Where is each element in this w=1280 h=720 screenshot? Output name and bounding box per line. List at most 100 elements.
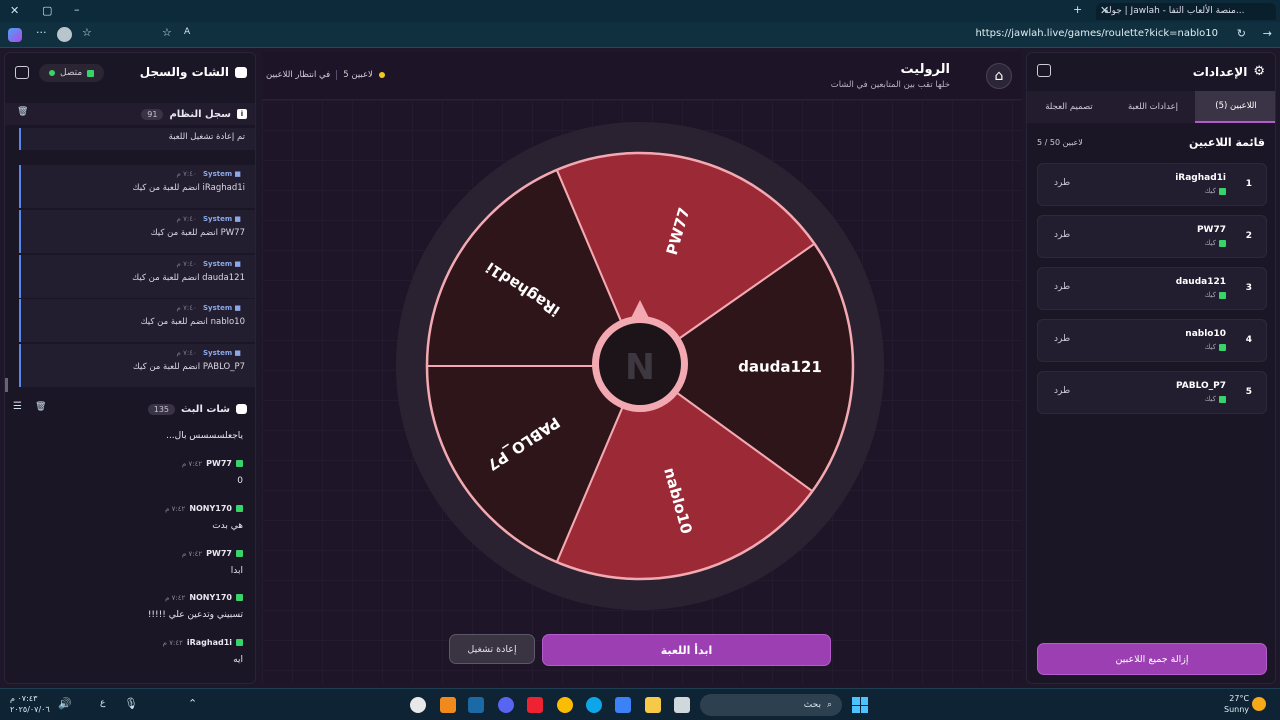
log-meta: ■ System ٧:٤٠ م bbox=[31, 215, 245, 223]
search-placeholder: بحث bbox=[803, 700, 821, 710]
log-meta: ■ System ٧:٤٠ م bbox=[31, 260, 245, 268]
close-icon[interactable]: ✕ bbox=[1100, 4, 1109, 17]
player-name: dauda121 bbox=[1175, 277, 1226, 287]
chrome-icon[interactable] bbox=[557, 697, 573, 713]
log-item: ■ System ٧:٤٠ م dauda121 انضم للعبة من كي… bbox=[19, 255, 255, 298]
volume-icon[interactable]: 🔊 bbox=[58, 697, 72, 710]
log-time: ٧:٤٠ م bbox=[176, 260, 197, 268]
tab-players[interactable]: اللاعبين (5) bbox=[1195, 91, 1275, 123]
player-platform: كيك bbox=[1205, 291, 1226, 299]
address-bar: https://jawlah.live/games/roulette?kick=… bbox=[0, 22, 1280, 48]
roulette-wheel[interactable]: PW77dauda121nablo10PABLO_P7iRaghad1i N bbox=[396, 122, 884, 610]
mic-icon[interactable]: 🎙 bbox=[124, 697, 138, 710]
kick-player-button[interactable]: طرد bbox=[1054, 178, 1070, 188]
browser-tab[interactable]: جولة | Jawlah - منصة الألعاب التفا... bbox=[1096, 3, 1276, 20]
star-icon[interactable]: ☆ bbox=[162, 26, 172, 39]
obs-icon[interactable] bbox=[410, 697, 426, 713]
chat-username[interactable]: PW77 bbox=[206, 459, 232, 468]
weather[interactable]: 27°C Sunny bbox=[1224, 693, 1249, 715]
youtube-icon[interactable] bbox=[527, 697, 543, 713]
edge-icon[interactable] bbox=[586, 697, 602, 713]
kick-player-button[interactable]: طرد bbox=[1054, 230, 1070, 240]
app-icon[interactable] bbox=[674, 697, 690, 713]
clock-date: ٢٠٢٥/٠٧/٠٦ bbox=[10, 705, 50, 714]
online-status: متصل bbox=[39, 64, 105, 82]
chat-username[interactable]: NONY170 bbox=[189, 593, 232, 602]
steam-icon[interactable] bbox=[468, 697, 484, 713]
player-platform: كيك bbox=[1205, 187, 1226, 195]
platform-label: كيك bbox=[1204, 343, 1216, 351]
chat-username[interactable]: iRaghad1i bbox=[187, 638, 232, 647]
collapse-panel-icon[interactable] bbox=[15, 66, 29, 79]
discord-icon[interactable] bbox=[498, 697, 514, 713]
waiting-text: في انتظار اللاعبين bbox=[266, 70, 331, 80]
kick-icon bbox=[236, 639, 243, 646]
kick-player-button[interactable]: طرد bbox=[1054, 386, 1070, 396]
gear-icon: ⚙ bbox=[1253, 64, 1265, 79]
avatar[interactable] bbox=[57, 27, 72, 42]
new-tab-icon[interactable]: + bbox=[1073, 3, 1082, 16]
copilot-icon[interactable] bbox=[8, 28, 22, 42]
forward-icon[interactable]: → bbox=[1263, 27, 1272, 40]
chat-bubble-icon bbox=[236, 404, 247, 414]
chat-message-text: ياجعلسسسس بال... bbox=[166, 431, 243, 441]
wheel-segment-label: dauda121 bbox=[738, 357, 822, 376]
collapse-panel-icon[interactable] bbox=[1037, 64, 1051, 77]
chat-username[interactable]: PW77 bbox=[206, 549, 232, 558]
window-minimize-icon[interactable]: – bbox=[74, 3, 80, 16]
chat-message-text: 0 bbox=[237, 476, 243, 486]
home-button[interactable]: ⌂ bbox=[986, 63, 1012, 89]
log-time: ٧:٤٠ م bbox=[176, 215, 197, 223]
page-title: الروليت bbox=[900, 62, 950, 77]
players-list-title: قائمة اللاعبين bbox=[1189, 136, 1265, 149]
settings-panel: الإعدادات ⚙ اللاعبين (5) إعدادات اللعبة … bbox=[1026, 52, 1276, 684]
window-close-icon[interactable]: ✕ bbox=[10, 4, 19, 17]
search-box[interactable]: بحث ⌕ bbox=[700, 694, 842, 716]
chat-message: PW77 ٧:٤٢ م ابدا bbox=[11, 549, 251, 576]
windows-start-icon[interactable] bbox=[852, 697, 868, 713]
kick-player-button[interactable]: طرد bbox=[1054, 282, 1070, 292]
search-icon: ⌕ bbox=[826, 700, 832, 710]
log-text: iRaghad1i انضم للعبة من كيك bbox=[132, 183, 245, 193]
player-card: 5 PABLO_P7 كيك طرد bbox=[1037, 371, 1267, 414]
tab-wheel-design[interactable]: تصميم العجلة bbox=[1027, 91, 1111, 123]
favorites-icon[interactable]: ☆ bbox=[82, 26, 92, 39]
chat-message-text: ايه bbox=[233, 655, 243, 665]
window-maximize-icon[interactable]: ▢ bbox=[42, 4, 52, 17]
start-game-button[interactable]: ابدأ اللعبة bbox=[542, 634, 831, 666]
chevron-up-icon[interactable]: ⌃ bbox=[188, 697, 197, 710]
reload-icon[interactable]: ↻ bbox=[1237, 27, 1246, 40]
app-icon[interactable] bbox=[440, 697, 456, 713]
restart-button[interactable]: إعادة تشغيل bbox=[449, 634, 535, 664]
store-icon[interactable] bbox=[615, 697, 631, 713]
chat-message-user: iRaghad1i ٧:٤٢ م bbox=[19, 638, 243, 647]
chat-message-user: NONY170 ٧:٤٢ م bbox=[19, 504, 243, 513]
clear-chat-icon[interactable]: 🗑 bbox=[35, 402, 46, 412]
more-icon[interactable]: ··· bbox=[36, 26, 47, 39]
platform-label: كيك bbox=[1204, 239, 1216, 247]
filter-icon[interactable]: ☰ bbox=[13, 401, 22, 412]
language-indicator[interactable]: ع bbox=[100, 698, 105, 708]
tab-game-settings[interactable]: إعدادات اللعبة bbox=[1111, 91, 1195, 123]
read-aloud-icon[interactable]: A bbox=[184, 27, 190, 37]
bot-icon: ■ bbox=[234, 215, 241, 223]
remove-all-button[interactable]: إزالة جميع اللاعبين bbox=[1037, 643, 1267, 675]
clock[interactable]: ٠٧:٤٣ م ٢٠٢٥/٠٧/٠٦ bbox=[10, 693, 50, 715]
scrollbar[interactable] bbox=[5, 378, 8, 392]
chat-time: ٧:٤٢ م bbox=[181, 549, 203, 558]
trash-icon[interactable]: 🗑 bbox=[17, 107, 28, 117]
chat-message-user: PW77 ٧:٤٢ م bbox=[19, 459, 243, 468]
tab-title: جولة | Jawlah - منصة الألعاب التفا... bbox=[1104, 6, 1245, 16]
settings-tabs: اللاعبين (5) إعدادات اللعبة تصميم العجلة bbox=[1027, 91, 1275, 123]
chat-time: ٧:٤٢ م bbox=[181, 459, 203, 468]
log-item: تم إعادة تشغيل اللعبة bbox=[19, 128, 255, 150]
chat-message-user: PW77 ٧:٤٢ م bbox=[19, 549, 243, 558]
url-field[interactable]: https://jawlah.live/games/roulette?kick=… bbox=[975, 28, 1218, 39]
folder-icon[interactable] bbox=[645, 697, 661, 713]
chat-username[interactable]: NONY170 bbox=[189, 504, 232, 513]
log-meta: ■ System ٧:٤٠ م bbox=[31, 349, 245, 357]
log-source: System bbox=[202, 349, 233, 357]
player-number: 4 bbox=[1245, 335, 1252, 345]
bot-icon: ■ bbox=[234, 304, 241, 312]
kick-player-button[interactable]: طرد bbox=[1054, 334, 1070, 344]
